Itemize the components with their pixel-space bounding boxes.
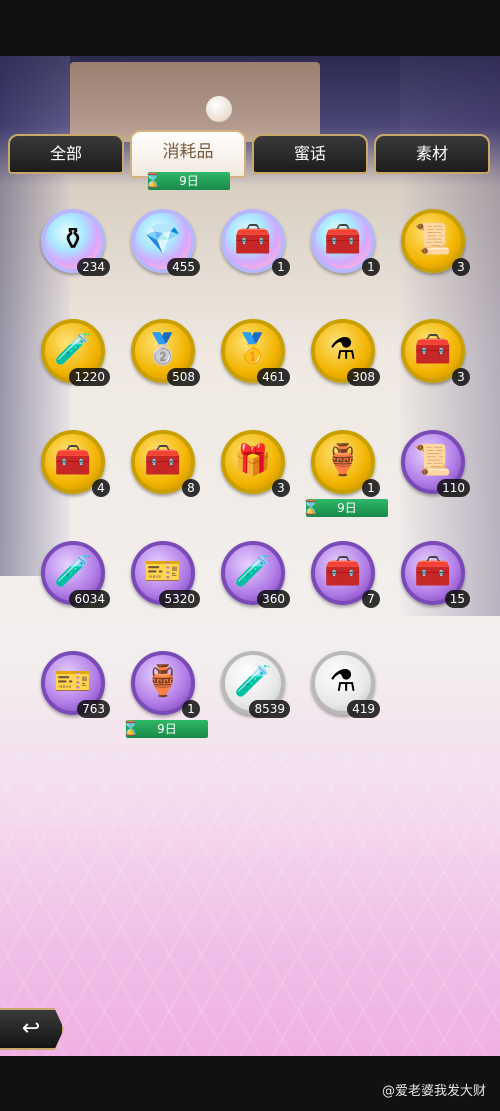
inventory-item[interactable]: 🥈 508 [128,316,200,386]
item-expiry-timer: ⌛ 9日 [122,720,208,738]
inventory-item[interactable]: 🧪 1220 [38,316,110,386]
item-expiry-timer: ⌛ 9日 [302,499,388,517]
category-tabs: 全部 消耗品 蜜话 素材 ⌛ 9日 [8,130,492,190]
tab-expiry-timer: ⌛ 9日 [144,172,230,190]
item-count: 110 [437,479,470,497]
timer-label: 9日 [337,501,357,515]
item-count: 455 [167,258,200,276]
inventory-item[interactable]: 🧰 8 [128,427,200,497]
hourglass-icon: ⌛ [122,721,140,737]
inventory-item[interactable]: 🧰 15 [398,538,470,608]
inventory-item[interactable]: 🎫 763 [38,648,110,718]
item-count: 1 [182,700,200,718]
inventory-item[interactable]: 🧰 1 [218,206,290,276]
hourglass-icon: ⌛ [144,173,162,189]
inventory-item[interactable]: 🧰 1 [308,206,380,276]
inventory-item[interactable]: 📜 3 [398,206,470,276]
item-count: 234 [77,258,110,276]
item-count: 7 [362,590,380,608]
back-button[interactable]: ↩ [0,1008,64,1050]
tab-all[interactable]: 全部 [8,134,124,174]
background-lamp [206,96,232,122]
item-count: 1220 [69,368,110,386]
back-arrow-icon: ↩ [21,1016,41,1041]
inventory-item[interactable]: 🧪 360 [218,538,290,608]
inventory-item[interactable]: 🧰 7 [308,538,380,608]
item-count: 15 [444,590,470,608]
item-count: 8539 [249,700,290,718]
item-count: 308 [347,368,380,386]
watermark: @爱老婆我发大财 [381,1084,486,1099]
item-count: 3 [272,479,290,497]
item-count: 419 [347,700,380,718]
inventory-item[interactable]: 📜 110 [398,427,470,497]
inventory-item[interactable]: 🥇 461 [218,316,290,386]
inventory-item[interactable]: 🧰 4 [38,427,110,497]
inventory-item[interactable]: ⚱ 234 [38,206,110,276]
timer-label: 9日 [179,174,199,188]
item-count: 5320 [159,590,200,608]
tab-honey-talk[interactable]: 蜜话 [252,134,368,174]
item-count: 360 [257,590,290,608]
item-count: 1 [362,479,380,497]
inventory-item[interactable]: 🏺 1 ⌛ 9日 [122,648,208,738]
item-count: 3 [452,368,470,386]
item-count: 6034 [69,590,110,608]
item-count: 1 [362,258,380,276]
item-count: 461 [257,368,290,386]
inventory-item[interactable]: 🎫 5320 [128,538,200,608]
inventory-item[interactable]: 🏺 1 ⌛ 9日 [302,427,388,517]
background-triangle-pattern [0,756,500,1056]
item-count: 508 [167,368,200,386]
item-count: 1 [272,258,290,276]
inventory-item[interactable]: 🎁 3 [218,427,290,497]
tab-materials[interactable]: 素材 [374,134,490,174]
inventory-item[interactable]: 🧪 8539 [218,648,290,718]
item-count: 3 [452,258,470,276]
inventory-item[interactable]: 🧪 6034 [38,538,110,608]
inventory-item[interactable]: ⚗ 308 [308,316,380,386]
item-count: 4 [92,479,110,497]
inventory-item[interactable]: 💎 455 [128,206,200,276]
inventory-item[interactable]: 🧰 3 [398,316,470,386]
item-count: 8 [182,479,200,497]
item-count: 763 [77,700,110,718]
hourglass-icon: ⌛ [302,500,320,516]
inventory-screen: 全部 消耗品 蜜话 素材 ⌛ 9日 ⚱ 234 💎 455 🧰 1 🧰 1 📜 3 🧪 1220 🥈 50… [0,56,500,1056]
timer-label: 9日 [157,722,177,736]
inventory-item[interactable]: ⚗ 419 [308,648,380,718]
